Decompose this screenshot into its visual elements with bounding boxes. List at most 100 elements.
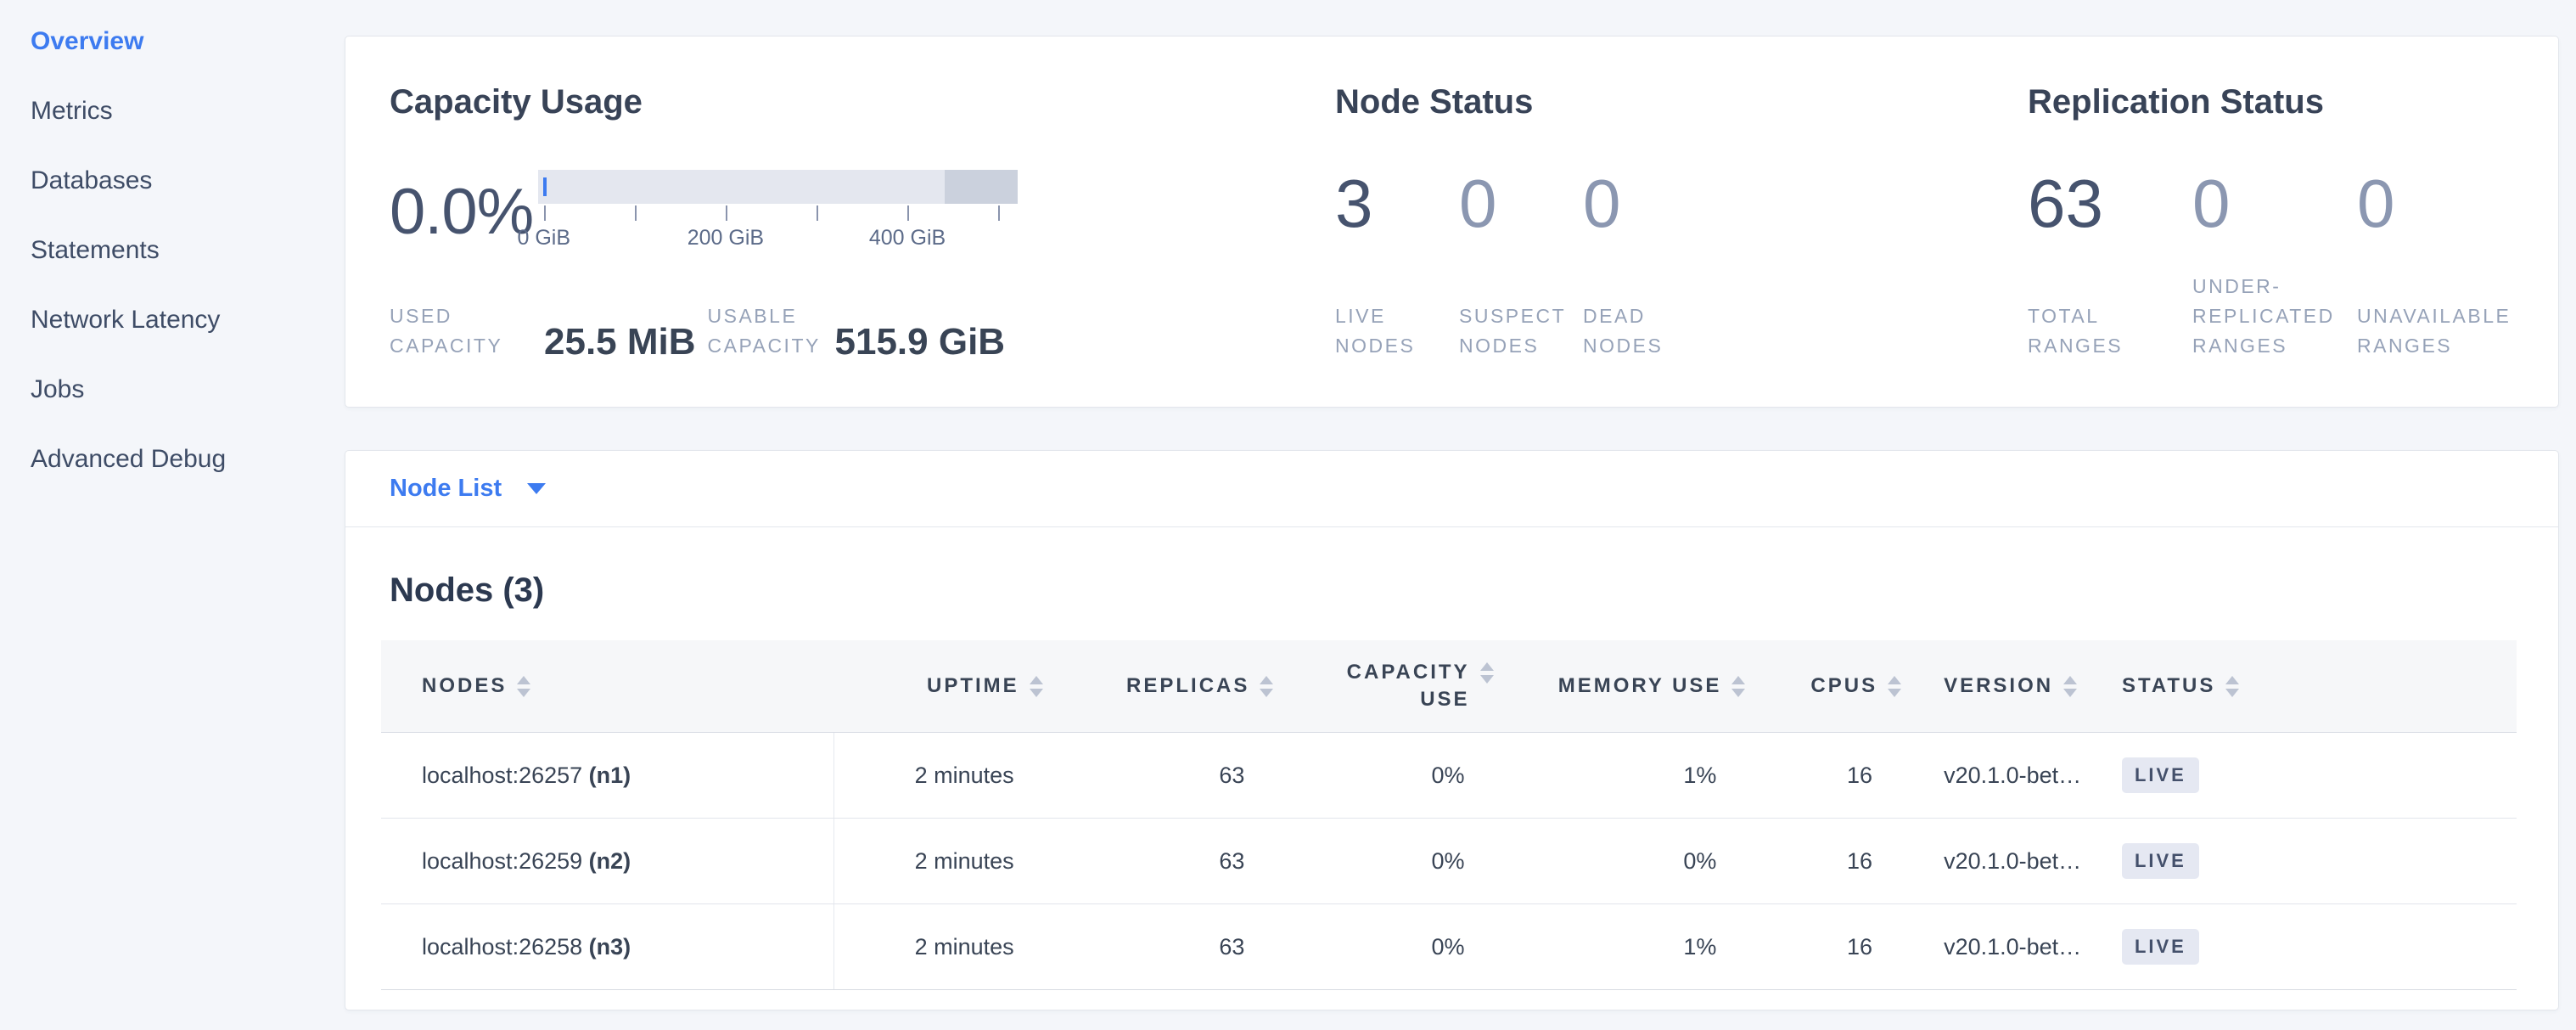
sidebar-item-databases[interactable]: Databases: [31, 165, 345, 197]
node-address-link[interactable]: localhost:26259 (n2): [422, 848, 631, 874]
sidebar: Overview Metrics Databases Statements Ne…: [0, 0, 345, 1030]
node-uptime: 2 minutes: [833, 819, 1075, 904]
tick-label: 400 GiB: [869, 226, 946, 250]
sort-icon: [1480, 662, 1494, 684]
node-address: localhost:26257: [422, 763, 582, 788]
sort-icon: [2063, 676, 2077, 697]
total-ranges-label: TOTAL RANGES: [2028, 301, 2192, 361]
node-list-body: Nodes (3) NODES UPTIME: [345, 571, 2558, 990]
live-nodes-label: LIVE NODES: [1335, 301, 1459, 361]
tick-label: 0 GiB: [518, 226, 571, 250]
node-list-header: Node List: [345, 451, 2558, 527]
node-version: v20.1.0-bet…: [1933, 733, 2115, 819]
nodes-table: NODES UPTIME REPLICAS CAPACITY USE: [381, 640, 2517, 990]
sort-icon: [1030, 676, 1043, 697]
table-header-row: NODES UPTIME REPLICAS CAPACITY USE: [381, 640, 2517, 733]
column-header-capacity-use[interactable]: CAPACITY USE: [1305, 640, 1525, 733]
node-id: (n3): [589, 934, 631, 960]
chevron-down-icon: [527, 483, 546, 494]
dead-nodes-label: DEAD NODES: [1583, 301, 1707, 361]
node-cpus: 16: [1777, 904, 1933, 990]
node-version: v20.1.0-bet…: [1933, 904, 2115, 990]
node-capacity-use: 0%: [1305, 904, 1525, 990]
sort-icon: [517, 676, 530, 697]
replication-status-title: Replication Status: [2028, 82, 2524, 122]
sidebar-item-statements[interactable]: Statements: [31, 234, 345, 267]
column-header-memory-use[interactable]: MEMORY USE: [1526, 640, 1778, 733]
node-memory-use: 1%: [1526, 733, 1778, 819]
dead-nodes-count: 0: [1583, 170, 1707, 238]
column-header-replicas[interactable]: REPLICAS: [1075, 640, 1306, 733]
node-replicas: 63: [1075, 819, 1306, 904]
column-label: CAPACITY USE: [1305, 659, 1469, 713]
node-id: (n1): [589, 763, 631, 788]
column-label: MEMORY USE: [1558, 673, 1722, 700]
node-status-title: Node Status: [1335, 82, 2028, 122]
node-address-link[interactable]: localhost:26257 (n1): [422, 763, 631, 788]
capacity-meter-ticks: [538, 204, 1018, 222]
node-replicas: 63: [1075, 733, 1306, 819]
capacity-usage-title: Capacity Usage: [390, 82, 1335, 122]
node-replicas: 63: [1075, 904, 1306, 990]
sort-icon: [2225, 676, 2239, 697]
capacity-meter: 0 GiB 200 GiB 400 GiB: [538, 170, 1018, 253]
nodes-section-title: Nodes (3): [390, 571, 2517, 610]
sidebar-item-advanced-debug[interactable]: Advanced Debug: [31, 443, 345, 476]
node-uptime: 2 minutes: [833, 733, 1075, 819]
node-uptime: 2 minutes: [833, 904, 1075, 990]
node-version: v20.1.0-bet…: [1933, 819, 2115, 904]
sidebar-item-network-latency[interactable]: Network Latency: [31, 304, 345, 336]
column-label: VERSION: [1944, 673, 2053, 700]
used-capacity-value: 25.5 MiB: [544, 324, 696, 361]
sidebar-item-metrics[interactable]: Metrics: [31, 95, 345, 127]
status-badge: LIVE: [2122, 843, 2199, 879]
sort-icon: [1888, 676, 1901, 697]
usable-capacity-label: USABLE CAPACITY: [708, 301, 835, 361]
node-cpus: 16: [1777, 819, 1933, 904]
column-header-cpus[interactable]: CPUS: [1777, 640, 1933, 733]
node-cpus: 16: [1777, 733, 1933, 819]
node-address-link[interactable]: localhost:26258 (n3): [422, 934, 631, 960]
column-label: NODES: [422, 673, 507, 700]
node-row: localhost:26258 (n3) 2 minutes 63 0% 1% …: [381, 904, 2517, 990]
status-badge: LIVE: [2122, 757, 2199, 793]
main-content: Capacity Usage 0.0%: [345, 0, 2559, 1030]
under-replicated-ranges-count: 0: [2192, 170, 2357, 238]
page: Overview Metrics Databases Statements Ne…: [0, 0, 2576, 1030]
sidebar-item-jobs[interactable]: Jobs: [31, 374, 345, 406]
column-label: UPTIME: [927, 673, 1019, 700]
capacity-meter-tick-labels: 0 GiB 200 GiB 400 GiB: [538, 226, 1018, 253]
column-header-nodes[interactable]: NODES: [381, 640, 833, 733]
capacity-meter-other-segment: [945, 170, 1018, 204]
node-id: (n2): [589, 848, 631, 874]
capacity-meter-bar: [538, 170, 1018, 204]
total-ranges-count: 63: [2028, 170, 2192, 238]
column-label: REPLICAS: [1126, 673, 1249, 700]
status-badge: LIVE: [2122, 929, 2199, 965]
node-address: localhost:26258: [422, 934, 582, 960]
column-header-version[interactable]: VERSION: [1933, 640, 2115, 733]
suspect-nodes-label: SUSPECT NODES: [1459, 301, 1583, 361]
column-header-status[interactable]: STATUS: [2115, 640, 2517, 733]
node-memory-use: 0%: [1526, 819, 1778, 904]
sort-icon: [1731, 676, 1745, 697]
suspect-nodes-count: 0: [1459, 170, 1583, 238]
under-replicated-ranges-label: UNDER-REPLICATED RANGES: [2192, 272, 2357, 361]
replication-status-section: Replication Status 63 TOTAL RANGES 0 UND…: [2028, 82, 2524, 361]
unavailable-ranges-label: UNAVAILABLE RANGES: [2357, 301, 2522, 361]
node-list-dropdown[interactable]: Node List: [390, 475, 546, 503]
live-nodes-count: 3: [1335, 170, 1459, 238]
capacity-used-percent: 0.0%: [390, 175, 538, 249]
used-capacity-label: USED CAPACITY: [390, 301, 544, 361]
column-header-uptime[interactable]: UPTIME: [833, 640, 1075, 733]
tick-label: 200 GiB: [687, 226, 764, 250]
column-label: STATUS: [2122, 673, 2215, 700]
node-memory-use: 1%: [1526, 904, 1778, 990]
column-label: CPUS: [1810, 673, 1877, 700]
node-address: localhost:26259: [422, 848, 582, 874]
cluster-summary-card: Capacity Usage 0.0%: [345, 36, 2559, 408]
sidebar-item-overview[interactable]: Overview: [31, 25, 345, 58]
node-row: localhost:26257 (n1) 2 minutes 63 0% 1% …: [381, 733, 2517, 819]
sort-icon: [1260, 676, 1273, 697]
node-status-section: Node Status 3 LIVE NODES 0 SUSPECT NODES…: [1335, 82, 2028, 361]
